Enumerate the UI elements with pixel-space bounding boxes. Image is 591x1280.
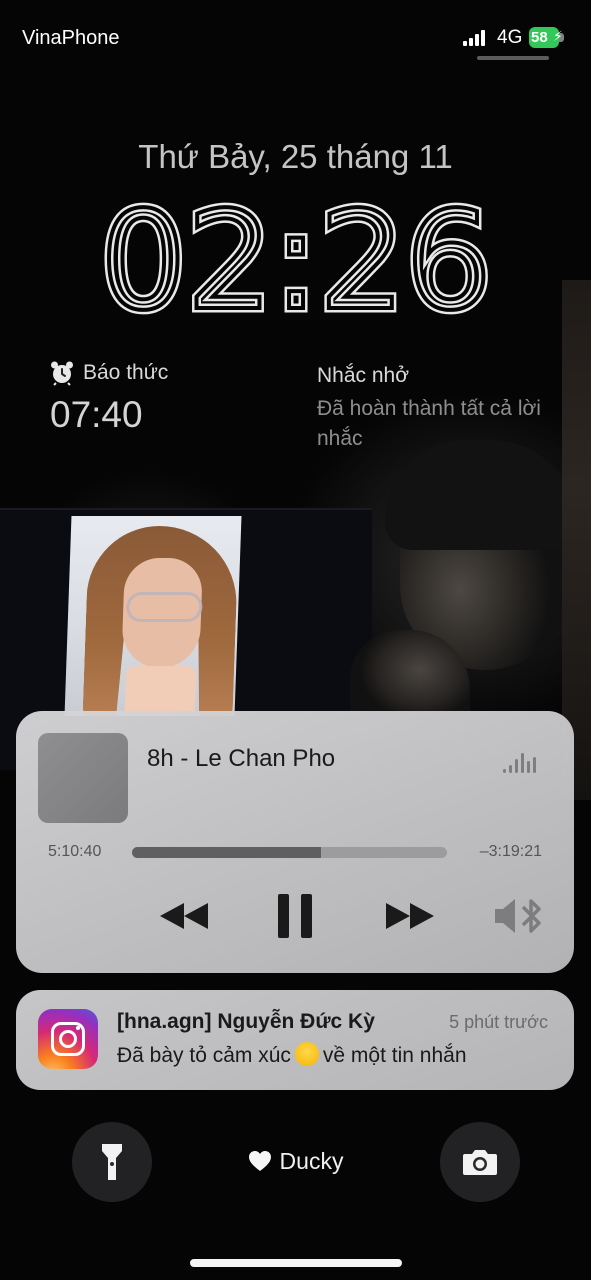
heart-icon [248,1151,271,1171]
alarm-time: 07:40 [50,394,143,435]
status-bar: VinaPhone 4G 58 ⚡ [0,0,591,70]
focus-mode-label: Ducky [279,1148,344,1174]
home-indicator[interactable] [190,1259,402,1267]
notification-body: Đã bày tỏ cảm xúc về một tin nhắn [117,1042,467,1068]
song-title: 8h - Le Chan Pho [147,745,336,772]
camera-button[interactable] [440,1122,520,1202]
laughing-emoji-icon [294,1042,319,1066]
rewind-button[interactable] [154,889,214,943]
playback-progress [132,847,321,858]
charging-bolt-icon: ⚡ [553,28,563,44]
control-center-indicator[interactable] [477,56,549,60]
fast-forward-icon [386,903,434,929]
audio-output-button[interactable] [490,889,550,943]
notification-time: 5 phút trước [449,1012,548,1032]
remaining-time: –3:19:21 [479,843,542,860]
alarm-clock-icon [51,361,73,386]
notification-body-text: Đã bày tỏ cảm xúc [117,1044,291,1067]
rewind-icon [160,903,208,929]
playback-scrubber[interactable] [132,847,447,858]
lock-screen-clock: 02:26 02:26 [0,179,591,346]
pause-button[interactable] [270,889,320,943]
audio-waveform-icon [503,753,539,773]
notification-body-text-end: về một tin nhắn [322,1044,467,1067]
network-type: 4G [497,27,523,48]
pause-icon [278,894,312,938]
wallpaper-person [350,420,591,740]
camera-icon [463,1150,497,1175]
album-art[interactable] [38,733,128,823]
reminders-status: Đã hoàn thành tất cả lời nhắc [317,397,541,450]
fast-forward-button[interactable] [380,889,440,943]
notification-title: [hna.agn] Nguyễn Đức Kỳ [117,1010,375,1033]
carrier-name: VinaPhone [22,27,120,49]
alarm-label: Báo thức [83,361,169,384]
instagram-icon [38,1009,98,1069]
reminders-title: Nhắc nhở [317,364,409,387]
elapsed-time: 5:10:40 [48,843,102,860]
lock-screen-date: Thứ Bảy, 25 tháng 11 [138,138,453,175]
wallpaper-photo-on-screen [64,516,242,716]
now-playing-widget[interactable]: 8h - Le Chan Pho 5:10:40 –3:19:21 [16,711,574,973]
clock-time-inner: 02:26 [100,190,492,330]
instagram-notification[interactable]: [hna.agn] Nguyễn Đức Kỳ 5 phút trước Đã … [16,990,574,1090]
signal-strength-icon [463,30,487,46]
bluetooth-speaker-icon [495,899,541,933]
